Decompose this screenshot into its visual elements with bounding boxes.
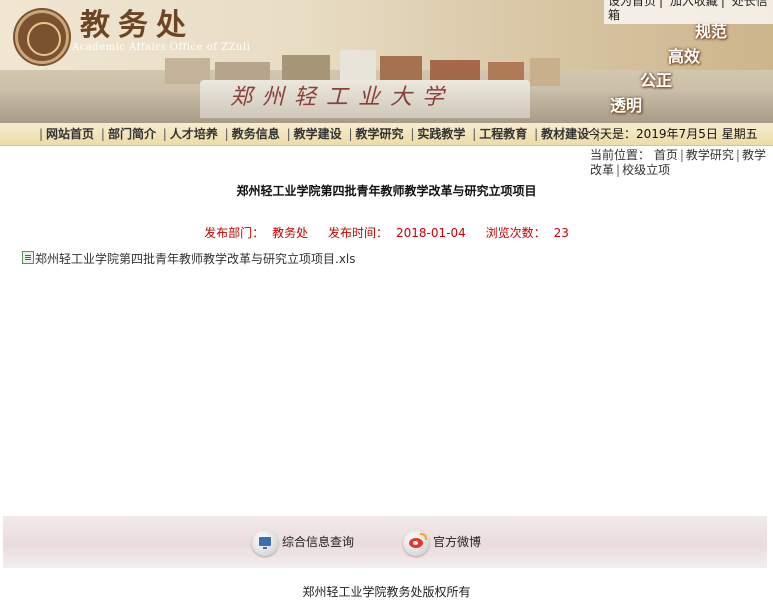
footer-band: [3, 516, 767, 568]
nav-affairs-info[interactable]: 教务信息: [232, 127, 280, 141]
banner-building: [530, 58, 560, 86]
article-title: 郑州轻工业学院第四批青年教师教学改革与研究立项项目: [236, 184, 537, 198]
nav-textbook[interactable]: 教材建设: [541, 127, 589, 141]
article-meta: 发布部门： 教务处 发布时间： 2018-01-04 浏览次数： 23: [0, 224, 773, 241]
weibo-icon: [403, 529, 429, 556]
info-query-label: 综合信息查询: [282, 535, 355, 549]
site-subtitle: Academic Affairs Office of ZZuli: [72, 42, 251, 53]
breadcrumb-teaching-research[interactable]: 教学研究: [686, 148, 734, 162]
meta-views-value: 23: [553, 226, 569, 240]
nav-about[interactable]: 部门简介: [108, 127, 156, 141]
set-homepage-link[interactable]: 设为首页: [608, 0, 656, 8]
meta-dept-value: 教务处: [272, 226, 309, 240]
nav-items: | 网站首页 | 部门简介 | 人才培养 | 教务信息 | 教学建设 | 教学研究 | 实践教…: [39, 127, 601, 141]
meta-time-label: 发布时间：: [327, 226, 388, 240]
university-logo[interactable]: [15, 10, 69, 64]
breadcrumb-label: 当前位置：: [590, 148, 651, 162]
today-date: 今天是：2019年7月5日 星期五: [588, 123, 758, 145]
nav-engineering[interactable]: 工程教育: [479, 127, 527, 141]
campus-stone-text: 郑州轻工业大学: [230, 85, 455, 110]
today-label: 今天是：: [588, 127, 637, 141]
slogan-4: 透明: [610, 96, 643, 115]
breadcrumb: 当前位置： 首页 | 教学研究 | 教学改革 | 校级立项: [590, 148, 766, 177]
main-nav: | 网站首页 | 部门简介 | 人才培养 | 教务信息 | 教学建设 | 教学研究 | 实践教…: [0, 123, 773, 146]
breadcrumb-home[interactable]: 首页: [654, 148, 678, 162]
breadcrumb-school-project[interactable]: 校级立项: [622, 163, 670, 177]
meta-views-label: 浏览次数：: [485, 226, 546, 240]
attachment-filename: 郑州轻工业学院第四批青年教师教学改革与研究立项项目.xls: [35, 252, 356, 266]
top-links: 设为首页 | 加入收藏 | 处长信箱: [604, 0, 773, 24]
slogan-3: 公正: [640, 71, 673, 90]
slogan-2: 高效: [668, 47, 701, 66]
info-query-link[interactable]: 综合信息查询: [252, 528, 354, 556]
nav-practice[interactable]: 实践教学: [417, 127, 465, 141]
weibo-link[interactable]: 官方微博: [403, 528, 481, 556]
site-title: 教务处: [80, 8, 194, 43]
logo-ring: [27, 22, 61, 56]
nav-teaching-research[interactable]: 教学研究: [356, 127, 404, 141]
nav-teaching-construction[interactable]: 教学建设: [294, 127, 342, 141]
excel-file-icon: [22, 251, 34, 264]
today-value: 2019年7月5日 星期五: [636, 127, 758, 141]
nav-home[interactable]: 网站首页: [46, 127, 94, 141]
computer-icon: [252, 529, 278, 556]
weibo-label: 官方微博: [433, 535, 482, 549]
header-banner: 郑州轻工业大学 教务处 Academic Affairs Office of Z…: [0, 0, 773, 123]
attachment-link[interactable]: 郑州轻工业学院第四批青年教师教学改革与研究立项项目.xls: [22, 250, 356, 267]
copyright-text: 郑州轻工业学院教务处版权所有: [302, 585, 471, 599]
nav-talent[interactable]: 人才培养: [170, 127, 218, 141]
add-favorite-link[interactable]: 加入收藏: [670, 0, 718, 8]
meta-dept-label: 发布部门：: [204, 226, 265, 240]
meta-time-value: 2018-01-04: [396, 226, 466, 240]
